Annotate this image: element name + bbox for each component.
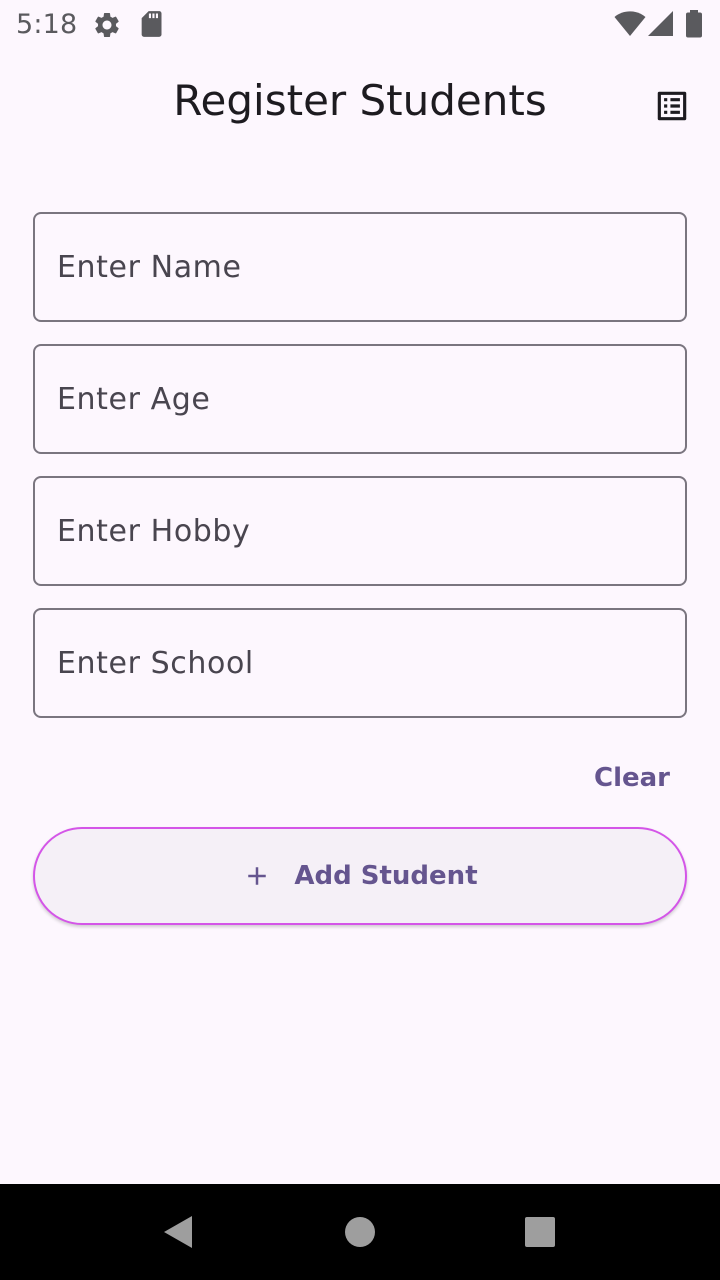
clear-button[interactable]: Clear	[582, 756, 682, 800]
page-title: Register Students	[173, 76, 547, 125]
hobby-field[interactable]	[33, 476, 687, 586]
school-input[interactable]	[57, 610, 657, 716]
back-button[interactable]	[152, 1206, 204, 1258]
home-button[interactable]	[334, 1206, 386, 1258]
notes-button[interactable]	[646, 80, 698, 132]
wifi-icon	[614, 11, 646, 42]
name-input[interactable]	[57, 214, 657, 320]
back-icon	[164, 1216, 192, 1248]
settings-icon	[92, 10, 122, 45]
recents-icon	[525, 1217, 555, 1247]
navigation-bar	[0, 1184, 720, 1280]
screen: 5:18 Register Students Enter Name Enter …	[0, 0, 720, 1280]
status-bar: 5:18	[0, 0, 720, 50]
school-field[interactable]	[33, 608, 687, 718]
recents-button[interactable]	[514, 1206, 566, 1258]
notes-icon	[657, 91, 687, 121]
sd-card-icon	[138, 10, 164, 43]
plus-icon	[248, 867, 267, 885]
add-student-button[interactable]: Add Student	[33, 827, 687, 925]
add-student-label: Add Student	[294, 861, 478, 891]
home-icon	[345, 1217, 375, 1247]
hobby-input[interactable]	[57, 478, 657, 584]
age-field[interactable]	[33, 344, 687, 454]
age-input[interactable]	[57, 346, 657, 452]
battery-icon	[684, 10, 704, 43]
name-field[interactable]	[33, 212, 687, 322]
status-time: 5:18	[16, 9, 78, 40]
cell-signal-icon	[648, 11, 674, 42]
